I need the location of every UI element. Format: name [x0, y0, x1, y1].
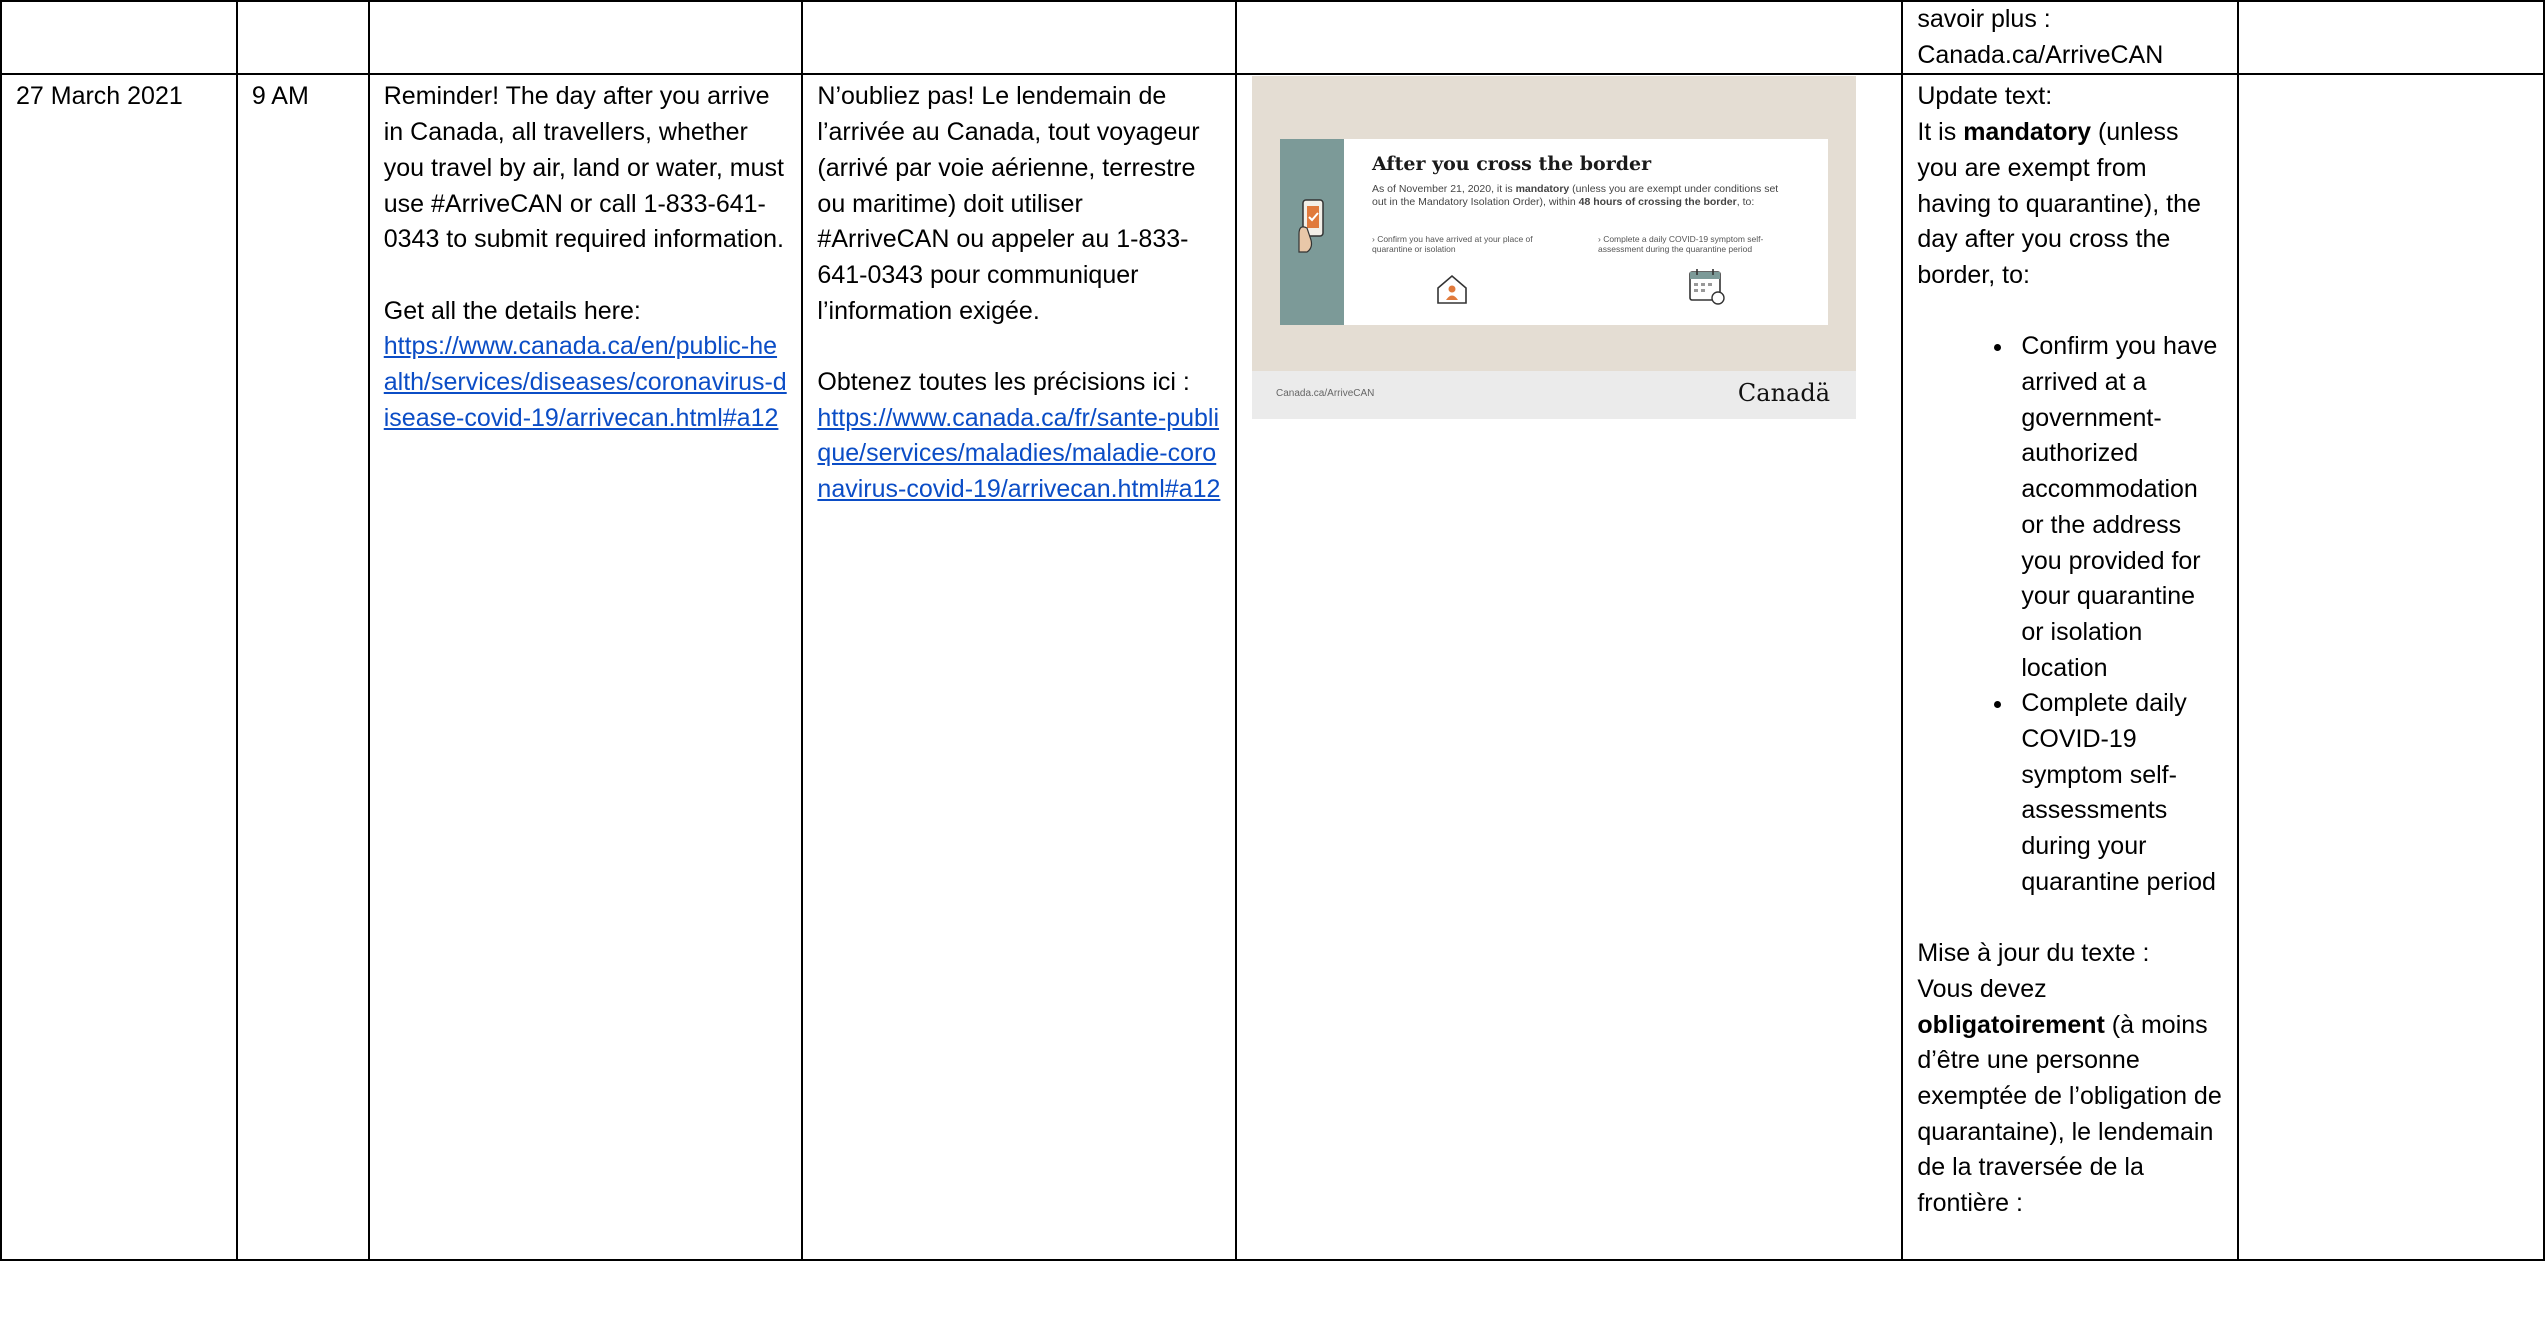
- french-post-text: N’oubliez pas! Le lendemain de l’arrivée…: [817, 82, 1200, 325]
- english-details-link[interactable]: https://www.canada.ca/en/public-health/s…: [384, 329, 788, 436]
- obligatoirement-bold: obligatoirement: [1917, 1010, 2105, 1039]
- calendar-icon: [1689, 269, 1725, 305]
- english-post-text: Reminder! The day after you arrive in Ca…: [383, 82, 784, 254]
- cell-time: [235, 0, 370, 76]
- update-heading: Update text:: [1917, 82, 2053, 111]
- promo-side-rail: [1280, 139, 1344, 325]
- cell-notes: Update text: It is mandatory (unless you…: [1901, 73, 2240, 1262]
- cell-english: [367, 0, 804, 76]
- promo-item-quarantine: › Confirm you have arrived at your place…: [1372, 234, 1533, 254]
- french-details-label: Obtenez toutes les précisions ici :: [817, 368, 1190, 397]
- promo-footer-url: Canada.ca/ArriveCAN: [1276, 388, 1375, 399]
- post-time: 9 AM: [251, 82, 309, 111]
- list-item: Complete daily COVID-19 symptom self-ass…: [2015, 686, 2223, 900]
- french-details-link[interactable]: https://www.canada.ca/fr/sante-publique/…: [817, 401, 1221, 508]
- promo-body: As of November 21, 2020, it is mandatory…: [1372, 183, 1779, 208]
- notes-text: savoir plus : Canada.ca/ArriveCAN: [1917, 5, 2164, 69]
- cell-notes: savoir plus : Canada.ca/ArriveCAN: [1901, 0, 2240, 76]
- update-bullet-list: Confirm you have arrived at a government…: [1917, 329, 2223, 900]
- cell-english: Reminder! The day after you arrive in Ca…: [367, 73, 804, 1262]
- french-update-heading: Mise à jour du texte :: [1917, 939, 2150, 968]
- cell-image: [1235, 0, 1904, 76]
- mandatory-bold: mandatory: [1963, 118, 2091, 147]
- house-icon: [1437, 274, 1467, 304]
- table-row: savoir plus : Canada.ca/ArriveCAN: [0, 0, 2545, 76]
- cell-extra: [2237, 73, 2545, 1262]
- arrivecan-promo-image: After you cross the border As of Novembe…: [1252, 76, 1856, 419]
- update-text: It is mandatory (unless you are exempt f…: [1917, 118, 2201, 289]
- cell-french: N’oubliez pas! Le lendemain de l’arrivée…: [801, 73, 1238, 1262]
- cell-date: 27 March 2021: [0, 73, 238, 1262]
- cell-date: [0, 0, 238, 76]
- list-item: Confirm you have arrived at a government…: [2015, 329, 2223, 686]
- cell-time: 9 AM: [235, 73, 370, 1262]
- canada-wordmark: Canadä: [1737, 379, 1830, 407]
- french-update-text: Vous devez obligatoirement (à moins d’êt…: [1917, 974, 2222, 1218]
- promo-item-self-assessment: › Complete a daily COVID-19 symptom self…: [1598, 234, 1764, 254]
- cell-extra: [2237, 0, 2545, 76]
- cell-french: [801, 0, 1238, 76]
- promo-card: After you cross the border As of Novembe…: [1280, 139, 1828, 325]
- post-date: 27 March 2021: [16, 82, 183, 111]
- promo-footer: Canada.ca/ArriveCAN Canadä: [1252, 371, 1856, 419]
- english-details-label: Get all the details here:: [383, 296, 641, 325]
- promo-title: After you cross the border: [1372, 153, 1652, 175]
- phone-checkmark-icon: [1298, 199, 1324, 253]
